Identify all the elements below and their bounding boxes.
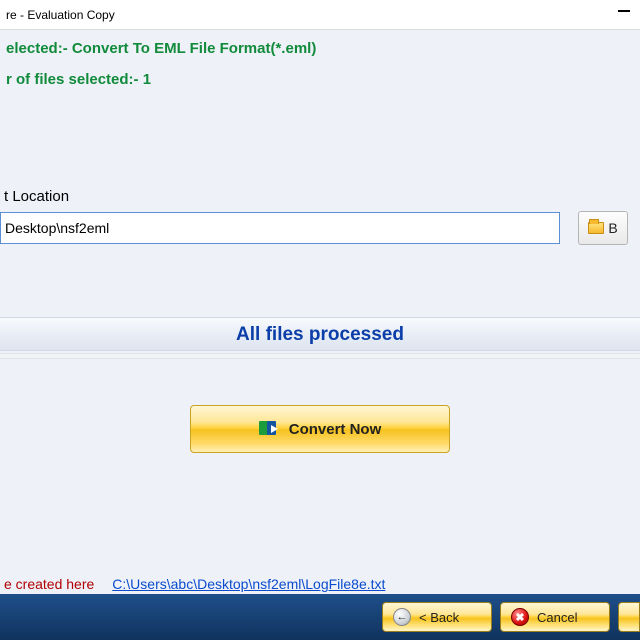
output-location-label: t Location bbox=[0, 188, 640, 205]
cancel-button[interactable]: ✖ Cancel bbox=[500, 602, 610, 632]
window-title: re - Evaluation Copy bbox=[6, 8, 115, 22]
status-text: All files processed bbox=[236, 324, 404, 345]
browse-button[interactable]: B bbox=[578, 211, 628, 245]
browse-button-label: B bbox=[608, 220, 617, 236]
separator bbox=[0, 353, 640, 359]
main-content: elected:- Convert To EML File Format(*.e… bbox=[0, 30, 640, 560]
back-button-label: < Back bbox=[419, 610, 459, 625]
convert-now-button[interactable]: Convert Now bbox=[190, 405, 450, 453]
minimize-icon[interactable] bbox=[618, 10, 630, 12]
log-file-link[interactable]: C:\Users\abc\Desktop\nsf2eml\LogFile8e.t… bbox=[112, 576, 385, 592]
title-bar: re - Evaluation Copy bbox=[0, 0, 640, 30]
log-label: e created here bbox=[4, 576, 94, 592]
folder-icon bbox=[588, 222, 604, 234]
back-button[interactable]: ← < Back bbox=[382, 602, 492, 632]
status-bar: All files processed bbox=[0, 317, 640, 351]
convert-button-label: Convert Now bbox=[289, 421, 382, 438]
log-row: e created here C:\Users\abc\Desktop\nsf2… bbox=[0, 576, 385, 592]
format-selected-label: elected:- Convert To EML File Format(*.e… bbox=[0, 40, 640, 57]
file-count-label: r of files selected:- 1 bbox=[0, 71, 640, 88]
output-path-row: B bbox=[0, 211, 640, 245]
output-path-input[interactable] bbox=[0, 212, 560, 244]
cancel-icon: ✖ bbox=[511, 608, 529, 626]
cancel-button-label: Cancel bbox=[537, 610, 577, 625]
back-arrow-icon: ← bbox=[393, 608, 411, 626]
bottom-nav-bar: ← < Back ✖ Cancel bbox=[0, 594, 640, 640]
next-button-partial[interactable] bbox=[618, 602, 640, 632]
convert-row: Convert Now bbox=[0, 405, 640, 453]
convert-icon bbox=[259, 419, 279, 439]
